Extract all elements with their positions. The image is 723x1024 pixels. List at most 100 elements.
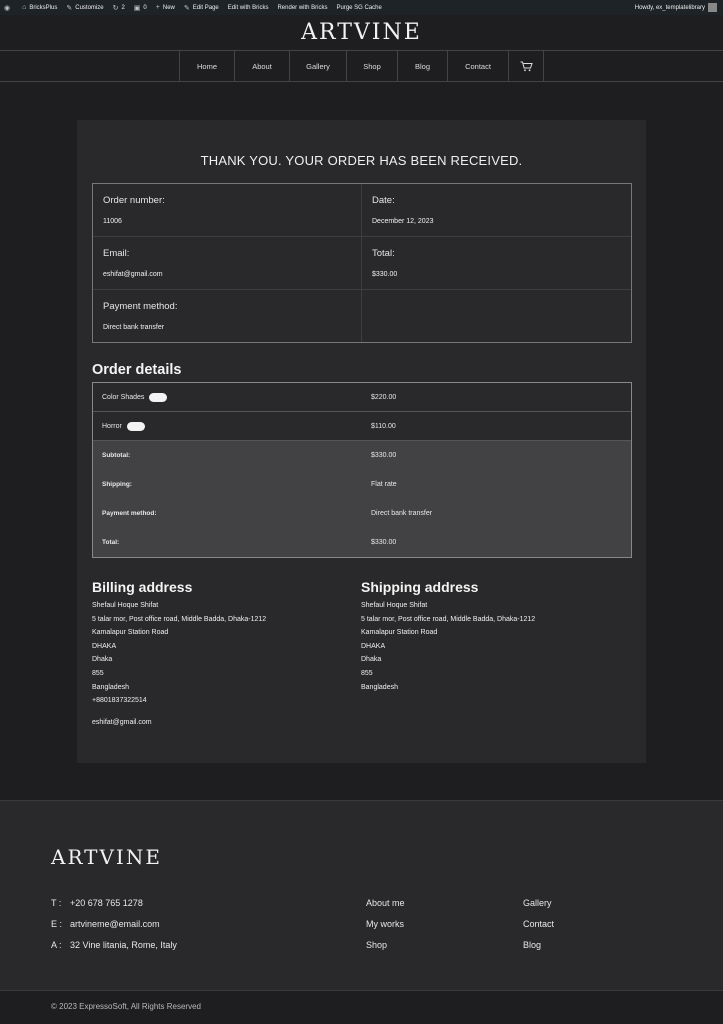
edit-page-item[interactable]: ✎ Edit Page [184,4,219,12]
totals-row: Shipping: Flat rate [93,470,631,499]
footer-address: 32 Vine litania, Rome, Italy [70,940,177,950]
main-content: THANK YOU. YOUR ORDER HAS BEEN RECEIVED.… [0,82,723,801]
nav-item-home[interactable]: Home [180,51,235,81]
address-key: A : [51,940,62,950]
nav-item-contact[interactable]: Contact [448,51,509,81]
customize-item[interactable]: ✎ Customize [66,4,103,12]
copyright: © 2023 ExpressoSoft, All Rights Reserved [0,990,723,1024]
footer-phone[interactable]: +20 678 765 1278 [70,898,143,919]
product-name-link[interactable]: Horror [102,423,122,430]
email-key: E : [51,919,63,929]
billing-line: DHAKA [92,642,117,650]
footer-links-1: About me My works Shop [366,898,405,961]
home-icon: ⌂ [22,4,27,11]
order-payment-value: Direct bank transfer [103,324,165,331]
updates-count: 2 [121,4,125,11]
empty-cell [362,290,631,342]
comments-count: 0 [143,4,147,11]
order-date-label: Date: [372,195,395,206]
billing-line: 5 talar mor, Post office road, Middle Ba… [92,615,267,623]
account-menu[interactable]: Howdy, ex_templatelibrary [635,0,717,15]
order-details-table: Color Shades $220.00 Horror $110.00 Subt… [92,382,632,558]
totals-label: Subtotal: [102,452,131,459]
site-header: ARTVINE [0,15,723,50]
totals-value: $330.00 [371,539,397,546]
nav-item-gallery[interactable]: Gallery [290,51,347,81]
footer-link-about[interactable]: About me [366,898,405,919]
totals-value: $330.00 [371,452,397,459]
main-nav-bar: Home About Gallery Shop Blog Contact [0,50,723,82]
shipping-line: Shefaul Hoque Shifat [361,602,428,609]
shipping-line: 855 [361,669,373,677]
wp-logo-item[interactable]: ◉ [4,4,13,12]
customize-label: Customize [75,4,104,11]
shipping-line: Kamalapur Station Road [361,629,438,637]
product-name-link[interactable]: Color Shades [102,394,144,401]
table-row: Color Shades $220.00 [93,383,631,412]
render-bricks-item[interactable]: Render with Bricks [277,5,327,11]
billing-address: Billing address Shefaul Hoque Shifat 5 t… [92,579,266,729]
product-price: $220.00 [371,393,397,401]
render-bricks-label: Render with Bricks [277,4,328,11]
footer-link-blog[interactable]: Blog [523,940,554,961]
billing-line: Bangladesh [92,683,129,691]
site-name-item[interactable]: ⌂ BricksPlus [22,4,57,11]
updates-icon: ↻ [112,4,119,12]
order-email-label: Email: [103,248,130,259]
order-overview: Order number: 11006 Date: December 12, 2… [92,183,632,343]
new-item[interactable]: + New [156,4,175,11]
updates-item[interactable]: ↻ 2 [113,4,125,12]
totals-row: Payment method: Direct bank transfer [93,499,631,528]
comments-item[interactable]: ▣ 0 [134,4,147,12]
nav-item-blog[interactable]: Blog [398,51,448,81]
nav-item-about[interactable]: About [235,51,290,81]
plus-icon: + [155,4,160,11]
purge-cache-item[interactable]: Purge SG Cache [336,5,381,11]
site-name: BricksPlus [29,4,58,11]
order-number-cell: Order number: 11006 [93,184,362,237]
edit-bricks-item[interactable]: Edit with Bricks [228,5,269,11]
main-nav: Home About Gallery Shop Blog Contact [179,51,544,81]
quantity-badge [126,421,145,431]
totals-label: Payment method: [102,510,157,517]
footer-link-shop[interactable]: Shop [366,940,405,961]
comment-icon: ▣ [133,4,141,12]
shipping-line: Bangladesh [361,683,398,691]
footer-email[interactable]: artvineme@email.com [70,919,160,940]
avatar [708,3,717,12]
new-label: New [162,4,175,11]
nav-item-shop[interactable]: Shop [347,51,398,81]
billing-line: Dhaka [92,656,113,664]
order-totals: Subtotal: $330.00 Shipping: Flat rate Paym… [93,441,631,557]
footer-link-gallery[interactable]: Gallery [523,898,554,919]
footer-contact: T : +20 678 765 1278 E : artvineme@email.c… [51,898,177,961]
order-email-value: eshifat@gmail.com [103,271,163,278]
cart-icon [520,61,533,71]
table-row: Horror $110.00 [93,412,631,441]
footer-link-contact[interactable]: Contact [523,919,554,940]
order-payment-label: Payment method: [103,301,178,312]
footer-logo[interactable]: ARTVINE [51,845,162,869]
order-received-panel: THANK YOU. YOUR ORDER HAS BEEN RECEIVED.… [77,120,646,763]
shipping-address: Shipping address Shefaul Hoque Shifat 5 … [361,579,535,694]
order-total-label: Total: [372,248,395,259]
edit-page-label: Edit Page [192,4,219,11]
shipping-line: 5 talar mor, Post office road, Middle Ba… [361,615,536,623]
site-logo[interactable]: ARTVINE [301,20,422,45]
order-number-label: Order number: [103,195,165,206]
cart-button[interactable] [509,51,544,81]
product-price: $110.00 [371,422,396,430]
totals-value: Flat rate [371,481,397,488]
pencil-icon: ✎ [183,4,190,12]
order-total-cell: Total: $330.00 [362,237,631,290]
order-total-value: $330.00 [372,271,398,278]
billing-address-title: Billing address [92,579,193,595]
order-number-value: 11006 [103,218,122,225]
wordpress-icon: ◉ [4,4,11,12]
billing-line: 855 [92,669,104,677]
howdy-label: Howdy, ex_templatelibrary [634,4,705,11]
purge-cache-label: Purge SG Cache [336,4,382,11]
order-date-value: December 12, 2023 [372,218,434,225]
footer-link-works[interactable]: My works [366,919,405,940]
totals-value: Direct bank transfer [371,510,433,517]
